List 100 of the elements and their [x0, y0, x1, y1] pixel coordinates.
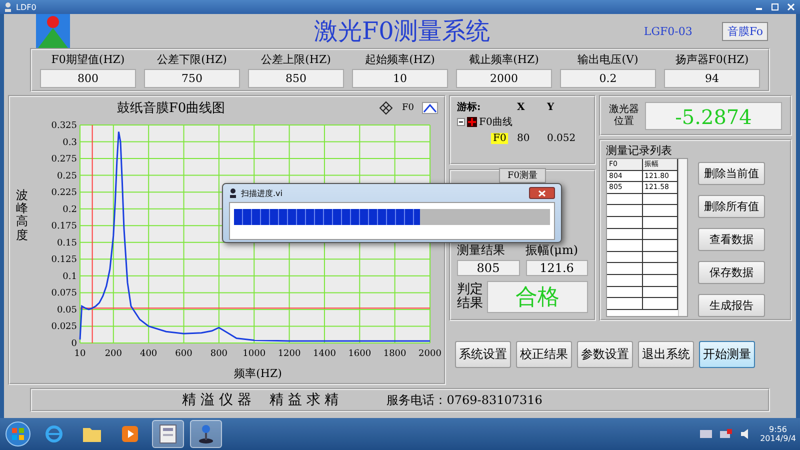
parameter-label: 公差下限(HZ) — [156, 52, 228, 67]
parameter-label: 输出电压(V) — [576, 52, 640, 67]
window-icon[interactable] — [159, 424, 177, 444]
record-button[interactable]: 删除所有值 — [698, 195, 765, 218]
y-tick-label: 0.125 — [51, 255, 77, 266]
x-tick-label: 400 — [140, 349, 158, 359]
table-cell — [642, 298, 678, 310]
x-tick-label: 2000 — [418, 349, 442, 359]
records-title: 测量记录列表 — [606, 143, 673, 158]
folder-icon[interactable] — [82, 425, 102, 443]
parameter-label: F0期望值(HZ) — [50, 52, 126, 67]
x-tick-label: 1600 — [348, 349, 372, 359]
app-title: 激光F0测量系统 — [312, 16, 491, 47]
parameter-field[interactable]: 2000 — [456, 69, 552, 88]
start-button[interactable] — [4, 420, 32, 448]
chart-title: 鼓纸音膜F0曲线图 — [116, 100, 226, 117]
record-button[interactable]: 查看数据 — [698, 228, 765, 251]
joystick-icon[interactable] — [197, 424, 215, 444]
record-button[interactable]: 删除当前值 — [698, 162, 765, 185]
laser-position-display: -5.2874 — [645, 102, 782, 130]
x-tick-label: 200 — [104, 349, 122, 359]
motto-text: 精 溢 仪 器 — [182, 391, 252, 409]
record-button[interactable]: 生成报告 — [698, 294, 765, 317]
parameter-field[interactable]: 0.2 — [560, 69, 656, 88]
table-cell — [642, 240, 678, 252]
x-tick-label: 10 — [74, 349, 86, 359]
x-tick-label: 800 — [210, 349, 228, 359]
result-label: 测量结果 — [457, 242, 506, 259]
y-tick-label: 0.1 — [62, 272, 77, 282]
x-tick-label: 1800 — [383, 349, 406, 359]
y-tick-label: 0 — [71, 339, 77, 349]
parameter-field[interactable]: 94 — [664, 69, 760, 88]
amplitude-field: 121.6 — [526, 260, 588, 276]
x-axis-label: 频率(HZ) — [233, 366, 283, 381]
parameter-label: 截止频率(HZ) — [468, 52, 540, 67]
x-tick-label: 1200 — [278, 349, 301, 359]
model-label: LGF0-03 — [644, 24, 692, 38]
laser-position-label: 激光器位置 — [609, 104, 639, 128]
dialog-title: 扫描进度.vi — [241, 188, 284, 198]
network-icon[interactable] — [720, 429, 732, 439]
y-tick-label: 0.325 — [51, 121, 77, 131]
y-tick-label: 0.275 — [51, 154, 77, 165]
parameter-label: 起始频率(HZ) — [364, 52, 436, 67]
parameter-label: 扬声器F0(HZ) — [674, 52, 750, 67]
logo-icon — [36, 14, 70, 48]
collapse-icon[interactable] — [457, 118, 465, 126]
keyboard-icon[interactable] — [700, 430, 712, 438]
media-player-icon[interactable] — [121, 425, 139, 443]
record-button[interactable]: 保存数据 — [698, 261, 765, 284]
parameter-label: 公差上限(HZ) — [260, 52, 332, 67]
y-tick-label: 0.05 — [56, 305, 77, 316]
mode-button[interactable]: 音膜Fo — [722, 22, 768, 40]
cursor-title: 游标: — [457, 100, 482, 114]
action-button[interactable]: 开始测量 — [699, 341, 755, 368]
cursor-y-value: 0.052 — [547, 132, 577, 144]
action-button[interactable]: 参数设置 — [577, 341, 633, 368]
cursor-name[interactable]: F0 — [491, 132, 508, 144]
legend-line-icon — [422, 102, 438, 114]
y-tick-label: 0.175 — [51, 222, 77, 232]
close-icon — [538, 190, 546, 196]
window-title: LDF0 — [16, 2, 38, 12]
clock[interactable]: 9:56 2014/9/4 — [760, 425, 796, 443]
y-tick-label: 0.15 — [56, 238, 77, 248]
close-button[interactable] — [529, 187, 555, 199]
tree-item[interactable]: F0曲线 — [479, 115, 512, 129]
parameter-field[interactable]: 850 — [248, 69, 344, 88]
x-tick-label: 1400 — [313, 349, 336, 359]
motto-text: 精 益 求 精 — [269, 391, 339, 409]
parameter-field[interactable]: 10 — [352, 69, 448, 88]
amplitude-label: 振幅(μm) — [526, 242, 580, 259]
zoom-tool-icon[interactable] — [378, 101, 394, 115]
phone-text: 服务电话：0769-83107316 — [386, 392, 542, 408]
column-header: Y — [547, 102, 556, 112]
y-tick-label: 0.075 — [51, 288, 77, 299]
cursor-x-value: 80 — [517, 132, 531, 144]
table-cell — [642, 263, 678, 275]
taskbar-app[interactable] — [190, 420, 222, 448]
legend-label: F0 — [402, 103, 414, 113]
app-icon — [229, 188, 237, 198]
app-icon — [4, 2, 12, 12]
result-field: 805 — [457, 260, 520, 276]
verdict-label: 判定结果 — [457, 282, 483, 312]
x-tick-label: 600 — [175, 349, 192, 359]
verdict-display: 合格 — [487, 281, 588, 313]
browser-icon[interactable] — [44, 424, 64, 444]
action-button[interactable]: 校正结果 — [516, 341, 572, 368]
y-tick-label: 0.225 — [51, 188, 77, 198]
parameter-field[interactable]: 750 — [144, 69, 240, 88]
close-icon[interactable] — [786, 3, 796, 11]
action-button[interactable]: 退出系统 — [638, 341, 694, 368]
maximize-icon[interactable] — [770, 3, 780, 11]
plot-marker-icon — [467, 117, 477, 127]
taskbar-app[interactable] — [152, 420, 184, 448]
column-header: X — [517, 102, 526, 112]
y-tick-label: 0.3 — [62, 138, 77, 148]
measurement-tab[interactable]: F0测量 — [498, 168, 546, 183]
y-tick-label: 0.25 — [56, 171, 77, 182]
y-axis-label: 波峰高度 — [16, 189, 28, 242]
action-button[interactable]: 系统设置 — [455, 341, 511, 368]
parameter-field[interactable]: 800 — [40, 69, 136, 88]
